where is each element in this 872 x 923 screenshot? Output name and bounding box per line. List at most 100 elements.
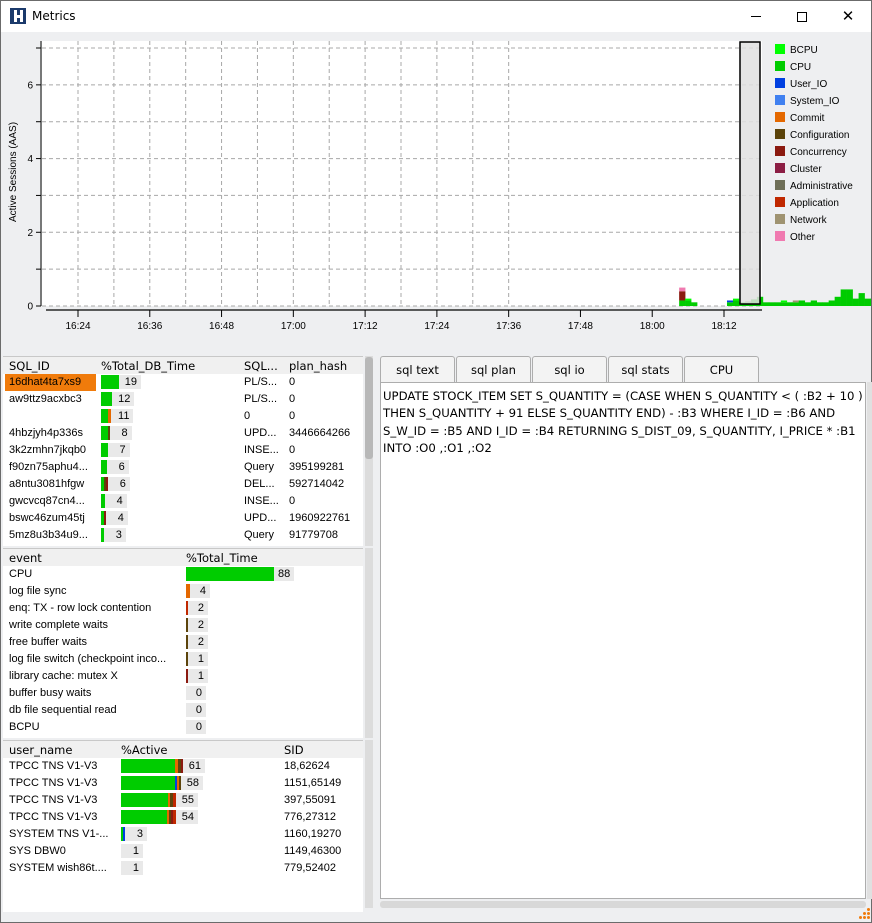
col-pct-active[interactable]: %Active (121, 743, 168, 757)
sql-id-cell[interactable]: 5mz8u3b34u9... (9, 529, 88, 541)
pct-bar: 61 (121, 759, 205, 773)
x-tick-label: 17:00 (281, 321, 306, 332)
user-name-cell: TPCC TNS V1-V3 (9, 811, 98, 823)
legend-label-application: Application (790, 198, 839, 209)
x-tick-label: 16:48 (209, 321, 234, 332)
sql-table-row[interactable]: aw9ttz9acxbc3 12 PL/S... 0 (3, 391, 363, 408)
pct-value: 2 (188, 618, 208, 632)
user-table-row[interactable]: SYS DBW0 1 1149,46300 (3, 843, 363, 860)
col-pct-total-time[interactable]: %Total_Time (186, 551, 258, 565)
legend-swatch-configuration (775, 129, 785, 139)
user-table-row[interactable]: SYSTEM wish86t.... 1 779,52402 (3, 860, 363, 877)
event-table-row[interactable]: buffer busy waits 0 (3, 685, 363, 702)
pct-value: 11 (111, 409, 134, 423)
y-tick-label: 0 (27, 302, 33, 313)
chart-bar-cpu (726, 302, 734, 306)
resize-grip-icon[interactable] (857, 908, 871, 922)
event-table-row[interactable]: write complete waits 2 (3, 617, 363, 634)
event-name-cell: free buffer waits (9, 636, 88, 648)
pct-bar: 12 (101, 392, 135, 406)
event-table-row[interactable]: CPU 88 (3, 566, 363, 583)
sql-id-cell[interactable]: 3k2zmhn7jkqb0 (9, 444, 86, 456)
col-sql-id[interactable]: SQL_ID (9, 359, 50, 373)
pct-bar: 6 (101, 460, 129, 474)
event-table-scrollbar[interactable] (365, 548, 373, 738)
pct-value: 0 (186, 686, 206, 700)
col-sid[interactable]: SID (284, 743, 304, 757)
pct-bar: 19 (101, 375, 142, 389)
maximize-button[interactable] (779, 1, 825, 32)
event-table-row[interactable]: log file switch (checkpoint inco... 1 (3, 651, 363, 668)
pct-bar: 2 (186, 635, 208, 649)
sql-id-cell[interactable]: 4hbzjyh4p336s (9, 427, 83, 439)
col-sql-type[interactable]: SQL... (244, 359, 278, 373)
sql-table-row[interactable]: a8ntu3081hfgw 6 DEL... 592714042 (3, 476, 363, 493)
sql-id-cell[interactable]: a8ntu3081hfgw (9, 478, 84, 490)
bar-segment (121, 759, 175, 773)
plan-hash-cell: 395199281 (289, 461, 345, 473)
chart-svg[interactable]: 0 2 4 6 16:24 16:36 16:48 17:00 17:12 17:24 17:36 1… (1, 32, 872, 342)
plan-hash-cell: 3446664266 (289, 427, 351, 439)
col-pct-db-time[interactable]: %Total_DB_Time (101, 359, 195, 373)
sql-table-row[interactable]: 5mz8u3b34u9... 3 Query 91779708 (3, 527, 363, 544)
active-sessions-chart[interactable]: 0 2 4 6 16:24 16:36 16:48 17:00 17:12 17:24 17:36 1… (1, 32, 872, 342)
event-table-row[interactable]: library cache: mutex X 1 (3, 668, 363, 685)
sql-table-row[interactable]: 16dhat4ta7xs9 19 PL/S... 0 (3, 374, 363, 391)
plan-hash-cell: 592714042 (289, 478, 345, 490)
legend-swatch-administrative (775, 180, 785, 190)
col-user-name[interactable]: user_name (9, 743, 72, 757)
tab-sql-io[interactable]: sql io (532, 356, 607, 382)
pct-bar: 0 (186, 720, 206, 734)
chart-bar-cpu (858, 293, 865, 306)
sql-id-cell[interactable]: f90zn75aphu4... (9, 461, 88, 473)
sql-table-row[interactable]: 3k2zmhn7jkqb0 7 INSE... 0 (3, 442, 363, 459)
sql-table-row[interactable]: f90zn75aphu4... 6 Query 395199281 (3, 459, 363, 476)
user-table-row[interactable]: TPCC TNS V1-V3 58 1151,65149 (3, 775, 363, 792)
sql-id-cell[interactable]: gwcvcq87cn4... (9, 495, 85, 507)
event-table-row[interactable]: db file sequential read 0 (3, 702, 363, 719)
sql-id-cell[interactable]: aw9ttz9acxbc3 (9, 393, 82, 405)
sql-table-row[interactable]: bswc46zum45tj 4 UPD... 1960922761 (3, 510, 363, 527)
sql-text-hscrollbar[interactable] (380, 901, 866, 908)
event-table-row[interactable]: BCPU 0 (3, 719, 363, 736)
sid-cell: 779,52402 (284, 862, 336, 874)
col-event[interactable]: event (9, 551, 42, 565)
tab-sql-stats[interactable]: sql stats (608, 356, 683, 382)
app-logo-icon (10, 8, 26, 24)
sql-table-scroll-thumb[interactable] (365, 357, 373, 459)
user-table-row[interactable]: TPCC TNS V1-V3 54 776,27312 (3, 809, 363, 826)
sql-table-row[interactable]: gwcvcq87cn4... 4 INSE... 0 (3, 493, 363, 510)
sql-text-view[interactable]: UPDATE STOCK_ITEM SET S_QUANTITY = (CASE… (380, 382, 866, 899)
close-button[interactable]: ✕ (825, 1, 871, 32)
event-table-row[interactable]: enq: TX - row lock contention 2 (3, 600, 363, 617)
user-table-row[interactable]: TPCC TNS V1-V3 55 397,55091 (3, 792, 363, 809)
user-table-row[interactable]: TPCC TNS V1-V3 61 18,62624 (3, 758, 363, 775)
col-plan-hash[interactable]: plan_hash (289, 359, 347, 373)
chart-bar-cpu (786, 302, 794, 306)
user-table-scrollbar[interactable] (365, 740, 373, 908)
tab-sql-plan[interactable]: sql plan (456, 356, 531, 382)
x-tick-label: 18:12 (711, 321, 736, 332)
chart-bar-cpu (685, 300, 692, 306)
sql-table-row[interactable]: 11 0 0 (3, 408, 363, 425)
event-table-header: event %Total_Time (3, 549, 363, 566)
legend-label-cpu: CPU (790, 62, 811, 73)
sql-text-vscrollbar[interactable] (867, 382, 872, 899)
plan-hash-cell: 0 (289, 495, 296, 507)
sql-id-cell[interactable]: 16dhat4ta7xs9 (9, 376, 81, 388)
minimize-button[interactable] (733, 1, 779, 32)
legend-swatch-cpu (775, 61, 785, 71)
chart-bar-cpu (691, 302, 698, 306)
pct-value: 3 (125, 827, 147, 841)
event-table-row[interactable]: free buffer waits 2 (3, 634, 363, 651)
sql-table-row[interactable]: 4hbzjyh4p336s 8 UPD... 3446664266 (3, 425, 363, 442)
user-table-row[interactable]: SYSTEM TNS V1-... 3 1160,19270 (3, 826, 363, 843)
sql-id-cell[interactable]: bswc46zum45tj (9, 512, 85, 524)
selection-rect (739, 41, 761, 305)
tab-sql-text[interactable]: sql text (380, 356, 455, 382)
x-tick-label: 18:00 (640, 321, 665, 332)
tab-cpu[interactable]: CPU (684, 356, 759, 382)
pct-value: 58 (181, 776, 203, 790)
event-table-row[interactable]: log file sync 4 (3, 583, 363, 600)
pct-bar: 54 (121, 810, 198, 824)
